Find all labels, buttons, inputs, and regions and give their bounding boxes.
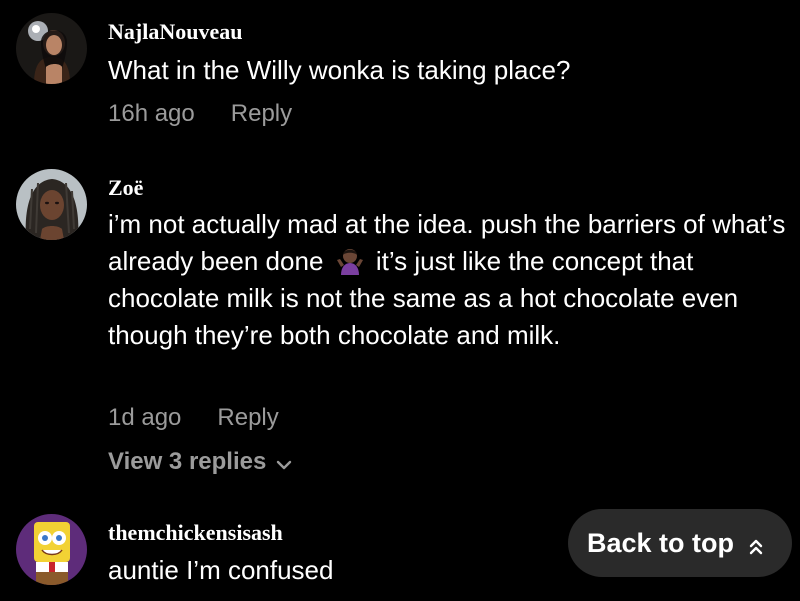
comment-text: What in the Willy wonka is taking place? (108, 55, 571, 85)
comment-meta: 16h ago Reply (108, 100, 292, 128)
view-replies-button[interactable]: View 3 replies (108, 448, 292, 477)
comment-text: i’m not actually mad at the idea. push t… (108, 206, 792, 354)
view-replies-label: View 3 replies (108, 448, 267, 475)
comment-username[interactable]: NajlaNouveau (108, 19, 242, 45)
reply-button[interactable]: Reply (217, 404, 278, 431)
comment-timestamp: 1d ago (108, 404, 182, 431)
chevron-down-icon (276, 449, 292, 477)
comment-meta: 1d ago Reply (108, 404, 279, 432)
avatar[interactable] (16, 514, 87, 585)
back-to-top-button[interactable]: Back to top (568, 509, 792, 577)
avatar[interactable] (16, 169, 87, 240)
reply-button[interactable]: Reply (231, 100, 292, 127)
back-to-top-label: Back to top (587, 527, 735, 558)
comment-username[interactable]: Zoë (108, 175, 143, 201)
avatar[interactable] (16, 13, 87, 84)
double-chevron-up-icon (748, 533, 764, 555)
comment-username[interactable]: themchickensisash (108, 520, 283, 546)
comment-timestamp: 16h ago (108, 100, 195, 127)
person-shrugging-emoji (335, 245, 365, 275)
